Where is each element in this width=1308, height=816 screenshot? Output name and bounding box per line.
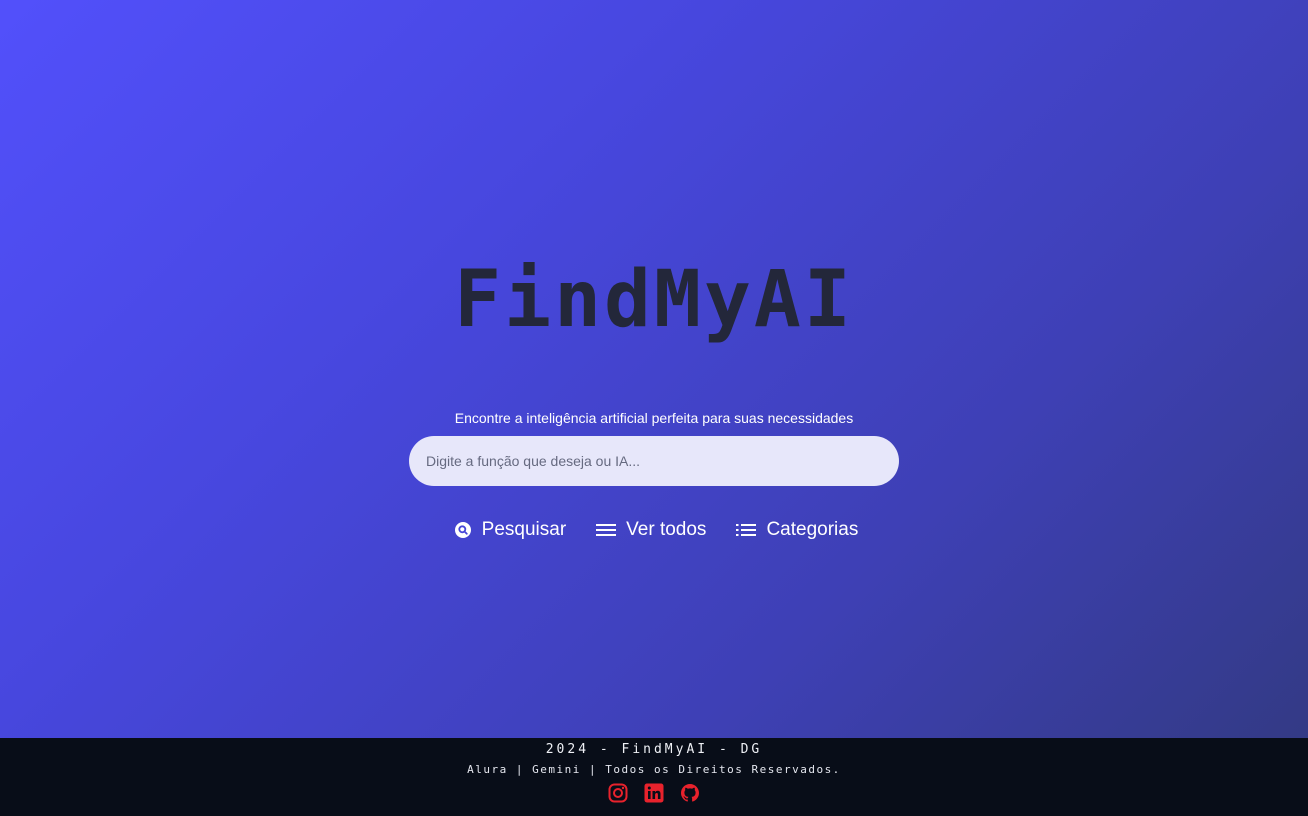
tagline: Encontre a inteligência artificial perfe… [454,410,854,426]
categories-button[interactable]: Categorias [736,518,858,542]
github-icon [680,783,700,807]
search-circle-icon [454,521,472,539]
hero-section: FindMyAI Encontre a inteligência artific… [0,0,1308,738]
view-all-button-label: Ver todos [626,519,707,540]
footer: 2024 - FindMyAI - DG Alura | Gemini | To… [0,738,1308,816]
footer-copyright: 2024 - FindMyAI - DG [545,742,763,757]
linkedin-icon [644,783,664,807]
search-input[interactable] [409,436,899,486]
view-all-button[interactable]: Ver todos [596,518,706,542]
action-bar: Pesquisar Ver todos Categorias [0,518,1308,542]
hamburger-menu-icon [596,522,617,538]
linkedin-link[interactable] [643,783,665,807]
footer-credits: Alura | Gemini | Todos os Direitos Reser… [467,763,841,776]
search-button-label: Pesquisar [481,519,567,540]
list-icon [736,522,757,538]
github-link[interactable] [679,784,701,806]
categories-button-label: Categorias [766,519,859,540]
social-links [0,783,1308,807]
app-logo: FindMyAI [454,255,854,345]
search-button[interactable]: Pesquisar [454,518,567,542]
page: FindMyAI Encontre a inteligência artific… [0,0,1308,816]
instagram-link[interactable] [607,783,629,807]
instagram-icon [608,783,628,807]
